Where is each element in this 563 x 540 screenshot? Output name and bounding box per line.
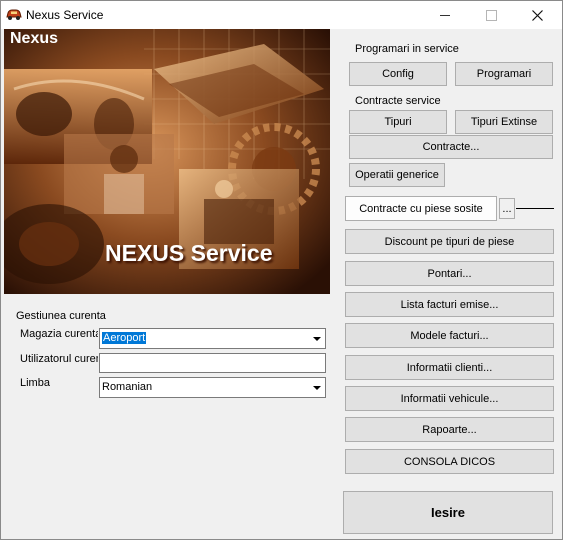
config-button[interactable]: Config [349, 62, 447, 86]
piese-sosite-options-button[interactable]: ... [499, 198, 515, 219]
limba-dropdown[interactable]: Romanian [99, 377, 326, 398]
chevron-down-icon [312, 385, 321, 390]
chevron-down-icon [312, 336, 321, 341]
contracte-header: Contracte service [355, 95, 441, 107]
car-app-icon [6, 9, 22, 20]
modele-facturi-button[interactable]: Modele facturi... [345, 323, 554, 348]
contracte-piese-sosite-button[interactable]: Contracte cu piese sosite [345, 196, 497, 221]
informatii-clienti-button[interactable]: Informatii clienti... [345, 355, 554, 380]
magazia-label: Magazia curenta [20, 328, 98, 340]
rapoarte-button[interactable]: Rapoarte... [345, 417, 554, 442]
window-title: Nexus Service [26, 8, 104, 22]
close-button[interactable] [514, 1, 560, 29]
main-window: Nexus Service Nexus NEXUS Service Progra… [0, 0, 563, 540]
close-icon [531, 9, 543, 21]
programari-header: Programari in service [355, 43, 459, 55]
banner-corner-label: Nexus [10, 30, 59, 47]
magazia-value: Aeroport [102, 332, 147, 344]
tipuri-extinse-button[interactable]: Tipuri Extinse [455, 110, 553, 134]
discount-button[interactable]: Discount pe tipuri de piese [345, 229, 554, 254]
programari-button[interactable]: Programari [455, 62, 553, 86]
pontari-button[interactable]: Pontari... [345, 261, 554, 286]
gestiune-header: Gestiunea curenta [16, 310, 106, 322]
banner-title: NEXUS Service [105, 240, 273, 266]
limba-value: Romanian [102, 381, 153, 393]
lista-facturi-button[interactable]: Lista facturi emise... [345, 292, 554, 317]
tipuri-button[interactable]: Tipuri [349, 110, 447, 134]
operatii-generice-button[interactable]: Operatii generice [349, 163, 445, 187]
limba-dropdown-arrow[interactable] [309, 379, 324, 396]
maximize-button[interactable] [468, 1, 514, 29]
consola-dicos-button[interactable]: CONSOLA DICOS [345, 449, 554, 474]
nexus-banner-image: Nexus NEXUS Service [4, 29, 330, 294]
maximize-icon [485, 9, 497, 21]
separator-line [516, 208, 554, 209]
title-bar: Nexus Service [1, 1, 562, 29]
informatii-vehicule-button[interactable]: Informatii vehicule... [345, 386, 554, 411]
magazia-dropdown[interactable]: Aeroport [99, 328, 326, 349]
limba-label: Limba [20, 377, 50, 389]
minimize-button[interactable] [422, 1, 468, 29]
utilizator-field[interactable] [99, 353, 326, 373]
contracte-button[interactable]: Contracte... [349, 135, 553, 159]
iesire-button[interactable]: Iesire [343, 491, 553, 534]
utilizator-label: Utilizatorul curent [20, 353, 98, 365]
magazia-dropdown-arrow[interactable] [309, 330, 324, 347]
minimize-icon [440, 14, 450, 16]
